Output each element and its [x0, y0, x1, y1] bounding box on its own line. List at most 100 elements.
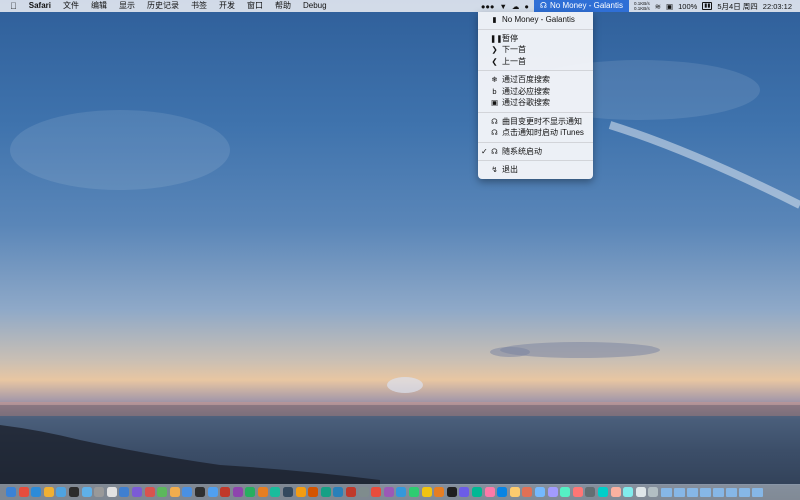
more-dots-icon[interactable]: ●●● [481, 2, 495, 11]
dock-app-icon[interactable] [409, 487, 419, 497]
menu-item-next[interactable]: ❯ 下一首 [478, 44, 593, 56]
dock-app-icon[interactable] [295, 487, 306, 497]
pause-icon: ❚❚ [490, 33, 503, 43]
menu-history[interactable]: 历史记录 [141, 0, 185, 12]
menu-item-launch-at-login[interactable]: ✓ ☊ 随系统启动 [478, 146, 593, 158]
circle-app-icon[interactable]: ● [524, 2, 529, 11]
dock-app-icon[interactable] [31, 487, 42, 497]
dock-app-icon[interactable] [144, 487, 155, 497]
apple-icon[interactable]:  [0, 0, 23, 12]
search-baidu-label: 通过百度搜索 [502, 75, 550, 85]
dock-app-icon[interactable] [497, 487, 508, 497]
dock-folder-icon[interactable] [738, 487, 750, 497]
dock-folder-icon[interactable] [712, 487, 724, 497]
dock-app-icon[interactable] [434, 487, 445, 497]
battery-percent[interactable]: 100% [678, 2, 697, 11]
menu-item-no-notification[interactable]: ☊ 曲目变更时不显示通知 [478, 116, 593, 128]
dock-app-icon[interactable] [270, 487, 281, 497]
input-source-icon[interactable]: ▣ [666, 2, 673, 11]
dock-app-icon[interactable] [43, 487, 54, 497]
dock-app-icon[interactable] [333, 487, 344, 497]
menu-item-previous[interactable]: ❮ 上一首 [478, 56, 593, 68]
dock-app-icon[interactable] [421, 487, 432, 497]
launch-itunes-label: 点击通知时启动 iTunes [502, 128, 584, 138]
dock-app-icon[interactable] [560, 487, 571, 497]
dock-app-icon[interactable] [81, 487, 92, 497]
dock-app-icon[interactable] [320, 487, 331, 497]
dock-app-icon[interactable] [572, 487, 583, 497]
dock-app-icon[interactable] [157, 487, 168, 497]
menu-date[interactable]: 5月4日 周四 [717, 1, 757, 12]
desktop-wallpaper [0, 60, 800, 500]
dock-folder-icon[interactable] [725, 487, 737, 497]
menu-edit[interactable]: 编辑 [85, 0, 113, 12]
dock-folder-icon[interactable] [699, 487, 711, 497]
dock-app-icon[interactable] [522, 487, 533, 497]
dock-app-icon[interactable] [534, 487, 545, 497]
menu-item-search-baidu[interactable]: ❄ 通过百度搜索 [478, 74, 593, 86]
qq-penguin-icon[interactable]: ▼ [499, 2, 506, 11]
dock-app-icon[interactable] [56, 487, 67, 497]
menu-item-launch-itunes[interactable]: ☊ 点击通知时启动 iTunes [478, 127, 593, 139]
dock-app-icon[interactable] [6, 487, 16, 497]
dock-folder-icon[interactable] [660, 487, 672, 497]
dock-app-icon[interactable] [383, 487, 394, 497]
dock-app-icon[interactable] [484, 487, 495, 497]
next-label: 下一首 [502, 45, 526, 55]
dock-app-icon[interactable] [68, 487, 79, 497]
menu-item-pause[interactable]: ❚❚ 暂停 [478, 33, 593, 45]
dock-app-icon[interactable] [623, 487, 634, 497]
dock-app-icon[interactable] [232, 487, 243, 497]
dock-app-icon[interactable] [585, 487, 596, 497]
next-track-icon: ❯ [491, 45, 498, 55]
dock-app-icon[interactable] [371, 487, 382, 497]
menu-window[interactable]: 窗口 [241, 0, 269, 12]
dock-app-icon[interactable] [459, 487, 470, 497]
dock-app-icon[interactable] [471, 487, 482, 497]
dock-app-icon[interactable] [509, 487, 520, 497]
network-speed[interactable]: 0.1KB/s 0.1KB/s [634, 1, 650, 11]
dock-app-icon[interactable] [257, 487, 268, 497]
dock-app-icon[interactable] [396, 487, 407, 497]
menu-debug[interactable]: Debug [297, 0, 333, 12]
dock-app-icon[interactable] [94, 487, 105, 497]
dock-app-icon[interactable] [358, 487, 369, 497]
dock-app-icon[interactable] [131, 487, 142, 497]
dock-folder-icon[interactable] [751, 487, 763, 497]
dock-app-icon[interactable] [635, 487, 646, 497]
dock-app-icon[interactable] [18, 487, 29, 497]
dock-app-icon[interactable] [182, 487, 193, 497]
dropdown-track-header[interactable]: ▮ No Money - Galantis [478, 14, 593, 26]
dock-folder-icon[interactable] [673, 487, 685, 497]
menu-help[interactable]: 帮助 [269, 0, 297, 12]
dock-app-icon[interactable] [283, 487, 294, 497]
menu-bookmarks[interactable]: 书签 [185, 0, 213, 12]
dock-app-icon[interactable] [245, 487, 256, 497]
cloud-icon[interactable]: ☁ [512, 2, 520, 11]
now-playing-menu-item[interactable]: ☊ No Money - Galantis [533, 0, 629, 12]
dock-app-icon[interactable] [346, 487, 357, 497]
dock-app-icon[interactable] [169, 487, 180, 497]
dock-app-icon[interactable] [207, 487, 218, 497]
dock-folder-icon[interactable] [686, 487, 698, 497]
battery-icon[interactable]: ▮▮ [702, 2, 713, 10]
menu-item-quit[interactable]: ↯ 退出 [478, 164, 593, 176]
dock-app-icon[interactable] [648, 487, 659, 497]
dock-app-icon[interactable] [446, 487, 457, 497]
wifi-icon[interactable]: ≋ [655, 2, 661, 11]
dock-app-icon[interactable] [308, 487, 319, 497]
menu-develop[interactable]: 开发 [213, 0, 241, 12]
dock-app-icon[interactable] [597, 487, 608, 497]
menu-clock[interactable]: 22:03:12 [763, 2, 792, 11]
menu-item-search-google[interactable]: ▣ 通过谷歌搜索 [478, 97, 593, 109]
dock-app-icon[interactable] [106, 487, 117, 497]
dock-app-icon[interactable] [220, 487, 231, 497]
menu-file[interactable]: 文件 [57, 0, 85, 12]
dock-app-icon[interactable] [119, 487, 130, 497]
app-menu-safari[interactable]: Safari [23, 0, 57, 12]
menu-view[interactable]: 显示 [113, 0, 141, 12]
dock-app-icon[interactable] [547, 487, 558, 497]
dock-app-icon[interactable] [194, 487, 205, 497]
menu-item-search-bing[interactable]: b 通过必应搜索 [478, 86, 593, 98]
dock-app-icon[interactable] [610, 487, 621, 497]
